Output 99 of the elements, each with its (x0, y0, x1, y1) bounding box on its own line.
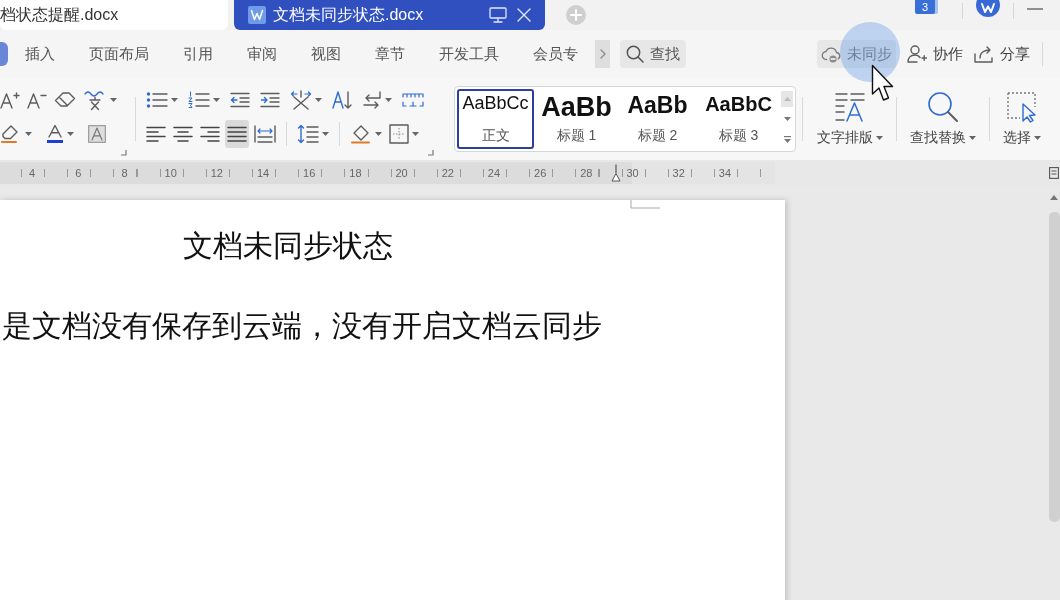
ribbon-tab[interactable]: 引用 (166, 42, 230, 66)
align-center-icon (173, 126, 193, 142)
search-icon (927, 91, 959, 123)
font-color-icon (46, 124, 64, 144)
file-tab[interactable]: 档状态提醒.docx (0, 0, 228, 30)
caret-icon (315, 98, 322, 102)
share-icon (974, 45, 994, 63)
caret-icon (412, 132, 419, 136)
ribbon-tab[interactable]: 开发工具 (422, 42, 516, 66)
text-layout-button[interactable]: 文字排版 (809, 91, 891, 147)
caret-icon (110, 98, 117, 102)
dialog-launcher-icon (121, 150, 127, 156)
indent-marker-icon[interactable] (611, 164, 621, 182)
caret-icon (969, 136, 976, 140)
select-icon (1006, 91, 1038, 123)
ribbon-tab[interactable]: 视图 (294, 42, 358, 66)
style-option[interactable]: AaBbCc 正文 (457, 89, 534, 149)
document-icon (248, 6, 266, 24)
file-tab[interactable]: 文档未同步状态.docx (234, 0, 545, 30)
caret-icon (375, 132, 382, 136)
style-preview: AaBb (627, 94, 688, 117)
style-preview: AaBb (541, 94, 612, 121)
document-title: 文档未同步状态 (182, 228, 394, 264)
add-user-icon (907, 45, 927, 63)
click-highlight (840, 22, 900, 82)
ruler-icon (402, 93, 424, 107)
bullet-list-icon (146, 91, 168, 109)
ruler-number: 4 (28, 166, 37, 181)
caret-icon (322, 132, 329, 136)
ribbon-tab[interactable]: 章节 (358, 42, 422, 66)
ruler-number: 8 (120, 166, 129, 181)
ribbon-tab[interactable]: 会员专 (516, 42, 595, 66)
align-left-icon (146, 126, 166, 142)
window-count-badge[interactable]: 3 (915, 0, 935, 14)
font-grow-icon (0, 91, 20, 109)
decrease-indent-icon (230, 92, 250, 108)
eraser-icon (54, 91, 76, 109)
ribbon-tab[interactable]: 页面布局 (72, 42, 166, 66)
find-button[interactable]: 查找 (620, 40, 686, 68)
style-preview: AaBbC (705, 94, 772, 114)
monitor-icon[interactable] (489, 7, 507, 23)
caret-icon (213, 98, 220, 102)
align-justify-icon (227, 126, 247, 142)
ruler-number: 12 (209, 166, 224, 181)
ruler-number: 32 (671, 166, 686, 181)
cloud-icon (821, 45, 841, 63)
close-icon[interactable] (517, 8, 531, 22)
align-right-icon (200, 126, 220, 142)
logo-icon[interactable] (976, 0, 1000, 17)
dialog-launcher-icon (428, 150, 434, 156)
search-icon (626, 45, 644, 63)
font-shrink-icon (27, 91, 47, 109)
return-arrows-icon (362, 90, 382, 110)
ruler-number: 20 (394, 166, 409, 181)
ribbon-tab[interactable] (0, 42, 8, 66)
caret-icon (67, 132, 74, 136)
increase-indent-icon (260, 92, 280, 108)
share-button[interactable]: 分享 (974, 40, 1030, 68)
align-justify-button[interactable] (225, 120, 249, 148)
scrollbar-thumb[interactable] (1048, 212, 1060, 522)
ruler-number: 10 (163, 166, 178, 181)
character-shading-icon (88, 125, 106, 143)
document-paragraph: 是文档没有保存到云端，没有开启文档云同步 (2, 308, 602, 344)
ruler-number: 34 (717, 166, 733, 181)
line-spacing-icon (297, 124, 319, 144)
ruler-number: 22 (440, 166, 455, 181)
style-preview: AaBbCc (462, 94, 529, 112)
scroll-up-icon[interactable] (1050, 195, 1058, 200)
ribbon-tab[interactable]: 审阅 (230, 42, 294, 66)
character-layout-icon (290, 90, 312, 110)
text-layout-icon (834, 91, 866, 123)
caret-icon (171, 98, 178, 102)
scroll-up-icon (783, 97, 791, 101)
ribbon-tab[interactable]: 插入 (8, 42, 72, 66)
distributed-icon (254, 125, 276, 143)
border-icon (389, 124, 409, 144)
ruler-number: 28 (579, 166, 594, 181)
fill-color-icon (350, 124, 372, 144)
ruler-number: 18 (348, 166, 363, 181)
numbered-list-icon (188, 91, 210, 109)
collaborate-button[interactable]: 协作 (907, 40, 963, 68)
ruler-number: 16 (302, 166, 317, 181)
find-replace-button[interactable]: 查找替换 (902, 91, 984, 147)
margin-corner-mark (630, 200, 660, 209)
caret-icon (385, 98, 392, 102)
scroll-down-icon (783, 117, 791, 121)
caret-icon (25, 132, 32, 136)
ruler-number: 30 (625, 166, 640, 181)
caret-icon (876, 136, 883, 140)
ruler-number: 14 (255, 166, 271, 181)
ruler-number: 26 (533, 166, 548, 181)
sort-icon (332, 90, 352, 110)
ruler-toggle-icon[interactable] (1049, 167, 1059, 179)
chevron-right-icon (599, 49, 606, 59)
expand-icon (783, 135, 791, 143)
select-button[interactable]: 选择 (995, 91, 1049, 147)
caret-icon (1034, 136, 1041, 140)
ruler-number: 6 (74, 166, 83, 181)
ruler-number: 24 (486, 166, 502, 181)
